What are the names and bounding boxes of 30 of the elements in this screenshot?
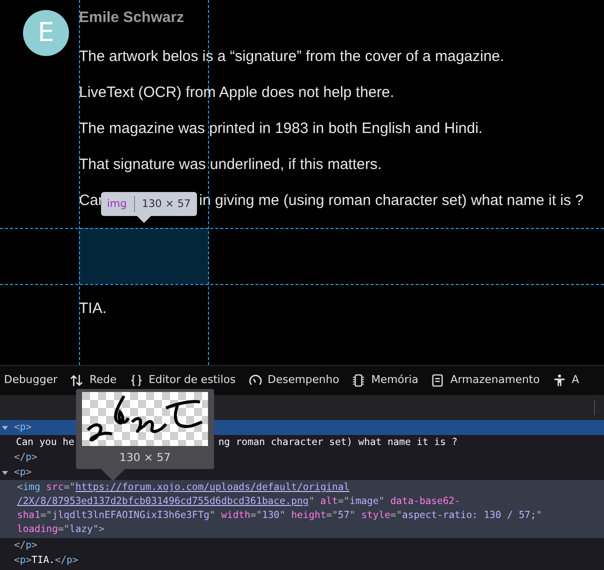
markup-row[interactable]: <p> <box>0 465 604 480</box>
gauge-icon <box>248 374 262 386</box>
devtools-tab[interactable]: Desempenho <box>248 373 340 387</box>
paragraph-fragment: Car <box>79 191 104 211</box>
tooltip-tag: img <box>107 198 127 210</box>
avatar: E <box>23 10 69 56</box>
paragraph: The magazine was printed in 1983 in both English and Hindi. <box>79 119 484 139</box>
paragraph: TIA. <box>79 299 108 319</box>
devtools-tab[interactable]: Armazenamento <box>431 373 540 387</box>
devtools-tab[interactable]: Debugger <box>4 373 58 387</box>
person-icon <box>552 374 566 386</box>
devtools-tab[interactable]: A <box>552 373 580 387</box>
up-down-arrows-icon <box>70 374 84 386</box>
code-text: Can you he <box>16 437 74 448</box>
paragraph: That signature was underlined, if this matters. <box>79 155 383 175</box>
devtools-tab[interactable]: Editor de estilos <box>130 373 236 387</box>
author-name: Emile Schwarz <box>79 8 186 28</box>
braces-icon <box>130 374 143 386</box>
storage-icon <box>431 374 444 386</box>
hovered-node[interactable]: <img src="https://forum.xojo.com/uploads/default/original /2X/8/87953ed137d2bfcb031496cd755d6dbcd361bace.png" alt="image" data-base62- sha1="jlqdlt3lnEFAOINGixI3h6e3FTg" width="130" height="57" style="aspect-ratio: 130 / 57;" loading="lazy"> <box>0 480 604 538</box>
memory-chip-icon <box>352 374 366 386</box>
markup-row[interactable]: </p> <box>0 538 38 553</box>
devtools-tab[interactable]: Memória <box>352 373 418 387</box>
code-text: ng roman character set) what name it is ? <box>218 437 458 448</box>
markup-row[interactable]: </p> <box>0 450 38 465</box>
markup-row[interactable]: <p>TIA.</p> <box>0 553 78 568</box>
paragraph: LiveText (OCR) from Apple does not help there. <box>79 83 396 103</box>
tooltip-size: 130 × 57 <box>142 198 191 210</box>
image-size-label: 130 × 57 <box>119 451 171 464</box>
devtools-tab[interactable]: Rede <box>70 373 117 387</box>
